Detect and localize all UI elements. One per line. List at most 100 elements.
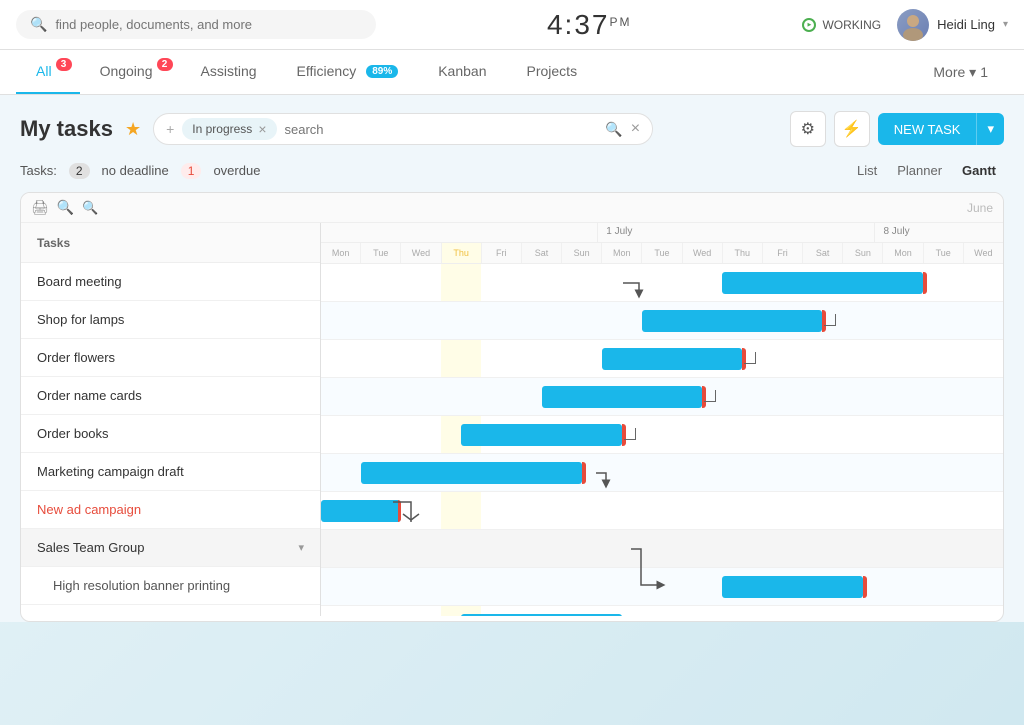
task-name: Sales Team Group — [37, 540, 144, 555]
day-thu2: Thu — [723, 243, 763, 263]
favorite-icon[interactable]: ★ — [125, 119, 141, 140]
day-mon3: Mon — [883, 243, 923, 263]
task-name: Shop for lamps — [37, 312, 124, 327]
group-chevron-icon: ▾ — [298, 541, 304, 554]
gantt-row-board-meeting — [321, 264, 1003, 302]
filter-clear-icon[interactable]: × — [631, 120, 640, 138]
new-task-dropdown-icon[interactable]: ▾ — [976, 113, 1004, 145]
week-june — [321, 223, 598, 242]
month-label-partial: June — [967, 201, 993, 215]
day-mon2: Mon — [602, 243, 642, 263]
clock: 4:37PM — [392, 9, 786, 41]
task-name: Order name cards — [37, 388, 142, 403]
tab-ongoing-badge: 2 — [157, 58, 173, 71]
task-row[interactable]: Board meeting — [21, 263, 320, 301]
tasks-label: Tasks: — [20, 163, 57, 178]
task-row[interactable]: Order name cards — [21, 377, 320, 415]
filter-bar: + In progress × 🔍 × — [153, 113, 653, 145]
view-gantt-button[interactable]: Gantt — [954, 159, 1004, 182]
zoom-in-icon[interactable]: 🔍 — [57, 199, 74, 216]
gantt-container: Tasks Board meeting Shop for lamps Order… — [21, 223, 1003, 616]
page-title: My tasks — [20, 116, 113, 142]
new-task-label: NEW TASK — [878, 114, 977, 145]
gantt-row-order-flowers — [321, 340, 1003, 378]
gantt-row-shop-lamps — [321, 302, 1003, 340]
user-chevron-icon: ▾ — [1003, 19, 1008, 30]
task-row[interactable]: Order flowers — [21, 339, 320, 377]
task-name: Board meeting — [37, 274, 122, 289]
task-column-header: Tasks — [37, 236, 70, 250]
search-input[interactable] — [55, 17, 362, 32]
working-indicator — [802, 18, 816, 32]
filter-tag-in-progress[interactable]: In progress × — [182, 118, 276, 140]
task-row[interactable]: Order books — [21, 415, 320, 453]
task-row-sub[interactable]: Sales reports for sales team group meeti… — [21, 605, 320, 616]
settings-button[interactable]: ⚙ — [790, 111, 826, 147]
dependency-connector — [624, 428, 636, 440]
tab-all-label: All — [36, 63, 52, 79]
view-planner-button[interactable]: Planner — [889, 159, 950, 182]
day-sat1: Sat — [522, 243, 562, 263]
filter-search-input[interactable] — [285, 122, 598, 137]
no-deadline-label: no deadline — [102, 163, 169, 178]
tab-more[interactable]: More ▾ 1 — [933, 64, 1008, 81]
gantt-row-new-ad — [321, 492, 1003, 530]
gantt-arrow-svg — [321, 264, 1003, 302]
user-name: Heidi Ling — [937, 17, 995, 32]
gantt-header: 1 July 8 July Mon Tue Wed Thu Fri Sat Su… — [321, 223, 1003, 264]
gantt-row-marketing — [321, 454, 1003, 492]
new-task-button[interactable]: NEW TASK ▾ — [878, 113, 1004, 145]
gantt-bar-order-flowers — [602, 348, 742, 370]
filter-remove-icon[interactable]: × — [258, 121, 266, 137]
nav-tabs: All 3 Ongoing 2 Assisting Efficiency 89%… — [0, 50, 1024, 95]
task-row-sub[interactable]: High resolution banner printing — [21, 567, 320, 605]
day-tue3: Tue — [924, 243, 964, 263]
tab-kanban-label: Kanban — [438, 63, 486, 79]
day-tue2: Tue — [642, 243, 682, 263]
gantt-bar-order-name-cards — [542, 386, 702, 408]
tasks-header: My tasks ★ + In progress × 🔍 × ⚙ ⚡ NEW T… — [20, 111, 1004, 147]
gantt-day-labels: Mon Tue Wed Thu Fri Sat Sun Mon Tue Wed … — [321, 243, 1003, 263]
task-row-red[interactable]: New ad campaign — [21, 491, 320, 529]
filter-search[interactable] — [285, 122, 598, 137]
day-thu: Thu — [442, 243, 482, 263]
top-bar: 🔍 4:37PM WORKING Heidi Ling ▾ — [0, 0, 1024, 50]
print-icon[interactable]: 🖨 — [31, 199, 49, 216]
working-status: WORKING — [802, 18, 881, 32]
search-icon-small: 🔍 — [605, 121, 622, 138]
task-name: Order books — [37, 426, 109, 441]
task-list-header: Tasks — [21, 223, 320, 263]
gantt-arrow-summer — [321, 606, 1003, 616]
overdue-label: overdue — [213, 163, 260, 178]
overdue-count: 1 — [181, 163, 202, 179]
view-list-button[interactable]: List — [849, 159, 885, 182]
tab-efficiency[interactable]: Efficiency 89% — [277, 50, 419, 94]
day-wed3: Wed — [964, 243, 1003, 263]
lightning-button[interactable]: ⚡ — [834, 111, 870, 147]
task-list: Tasks Board meeting Shop for lamps Order… — [21, 223, 321, 616]
gantt-arrow-new-ad — [321, 492, 1003, 530]
toolbar-right: ⚙ ⚡ NEW TASK ▾ — [790, 111, 1004, 147]
tab-ongoing[interactable]: Ongoing 2 — [80, 50, 181, 94]
task-row[interactable]: Shop for lamps — [21, 301, 320, 339]
search-box[interactable]: 🔍 — [16, 10, 376, 39]
task-row[interactable]: Marketing campaign draft — [21, 453, 320, 491]
day-wed1: Wed — [401, 243, 441, 263]
view-options: List Planner Gantt — [849, 159, 1004, 182]
no-deadline-count: 2 — [69, 163, 90, 179]
tab-assisting[interactable]: Assisting — [181, 50, 277, 94]
zoom-out-icon[interactable]: 🔍 — [82, 200, 98, 216]
tab-projects-label: Projects — [527, 63, 578, 79]
search-icon: 🔍 — [30, 16, 47, 33]
user-area[interactable]: Heidi Ling ▾ — [897, 9, 1008, 41]
day-sun2: Sun — [843, 243, 883, 263]
gantt-bar-shop-lamps — [642, 310, 823, 332]
tab-ongoing-label: Ongoing — [100, 63, 153, 79]
day-tue1: Tue — [361, 243, 401, 263]
tab-kanban[interactable]: Kanban — [418, 50, 506, 94]
tab-projects[interactable]: Projects — [507, 50, 598, 94]
gantt-arrow-banner — [321, 530, 1003, 606]
tab-all[interactable]: All 3 — [16, 50, 80, 94]
dependency-connector — [824, 314, 836, 326]
task-row-group[interactable]: Sales Team Group ▾ — [21, 529, 320, 567]
